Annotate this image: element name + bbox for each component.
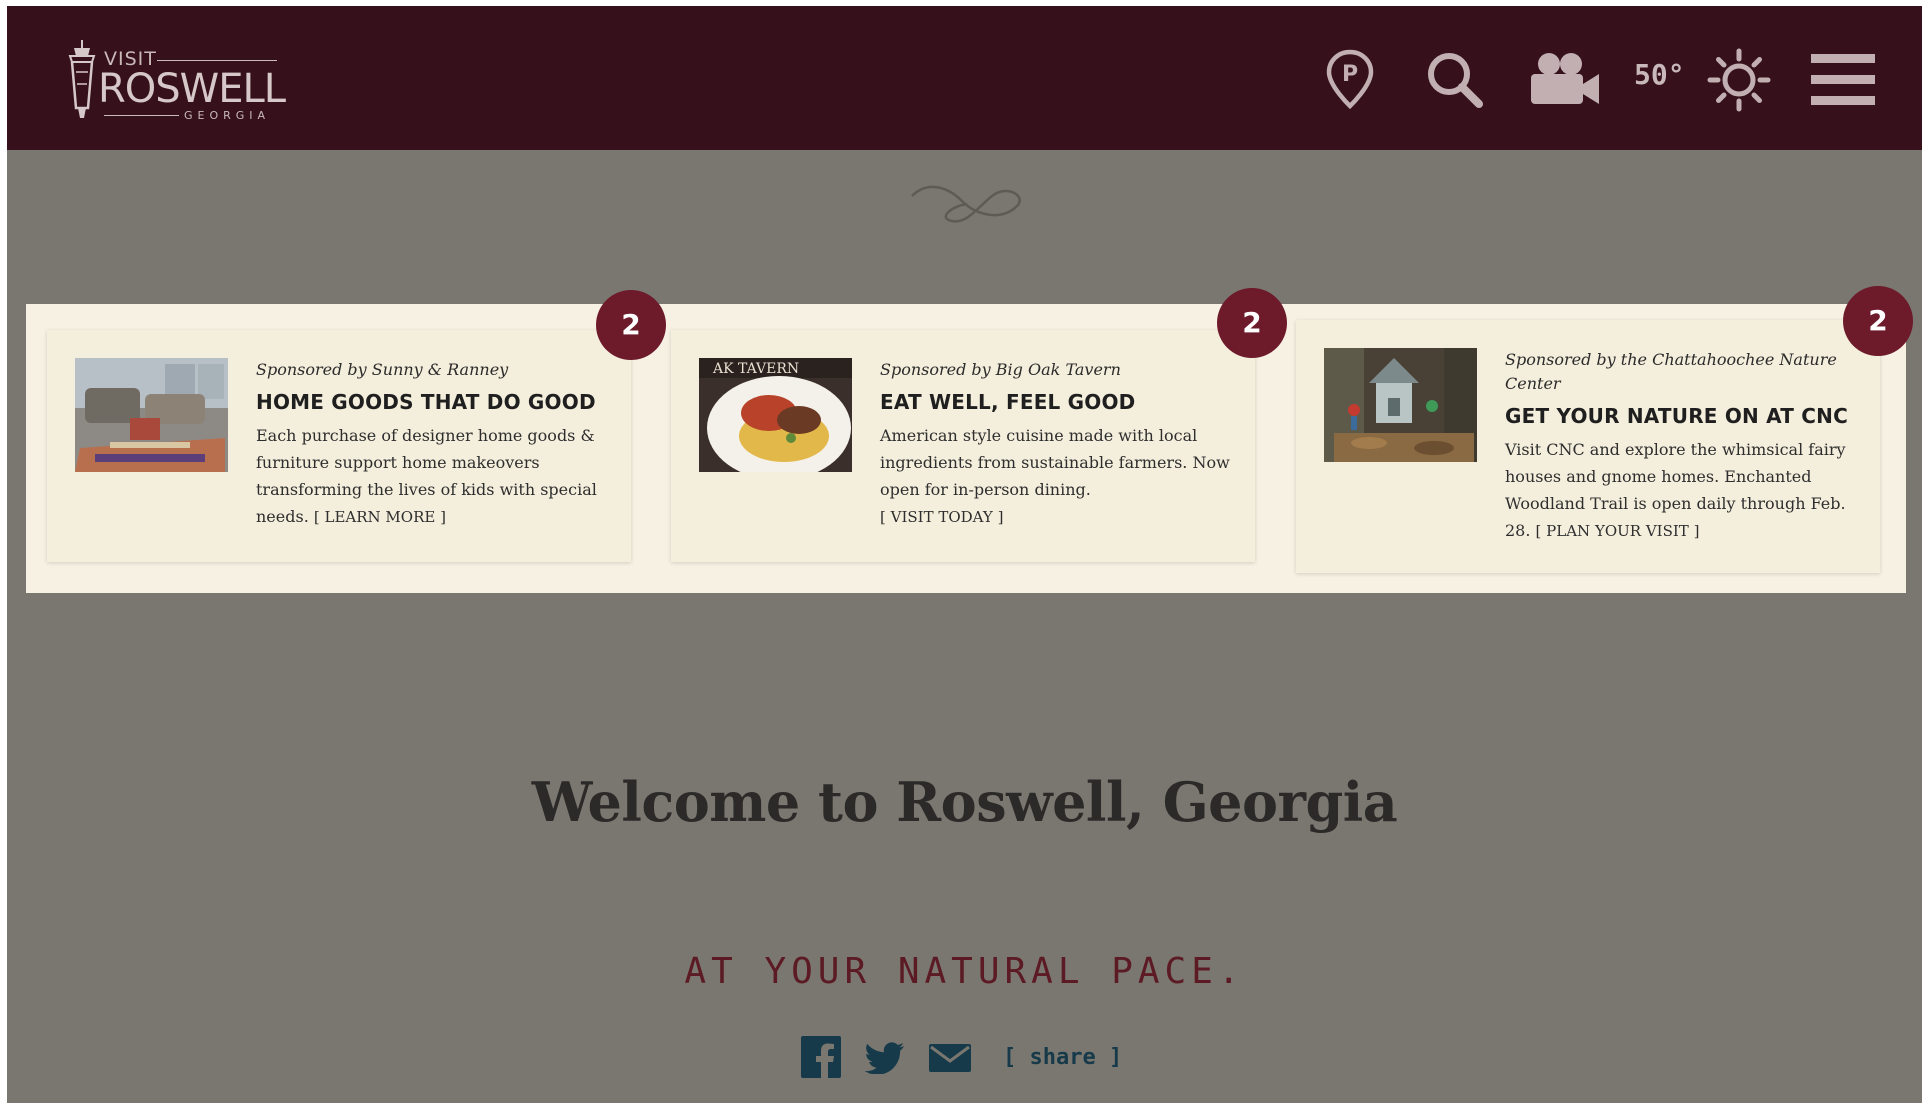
page: VISIT ROSWELL GEORGIA P 50° Sponsored by… (7, 6, 1922, 1103)
temperature-text: 50° (1634, 58, 1685, 91)
learn-more-link[interactable]: [ LEARN MORE ] (314, 508, 446, 526)
sponsor-card-title[interactable]: HOME GOODS THAT DO GOOD (256, 390, 611, 414)
sponsor-card-description: American style cuisine made with local i… (880, 422, 1235, 531)
parking-icon[interactable]: P (1325, 48, 1375, 110)
notification-badge: 2 (1217, 288, 1287, 358)
sponsored-content-panel: Sponsored by Sunny & Ranney HOME GOODS T… (26, 286, 1913, 593)
svg-text:AK TAVERN: AK TAVERN (712, 361, 799, 377)
sponsor-name: Sponsored by the Chattahoochee Nature Ce… (1505, 350, 1837, 393)
sponsor-name: Sponsored by Sunny & Ranney (256, 360, 509, 379)
sponsor-card-text: Sponsored by Sunny & Ranney HOME GOODS T… (256, 358, 611, 531)
sponsor-card-title[interactable]: EAT WELL, FEEL GOOD (880, 390, 1235, 414)
sponsor-card-description: Each purchase of designer home goods & f… (256, 422, 611, 531)
description-text: American style cuisine made with local i… (880, 426, 1230, 499)
sponsor-card-home-goods[interactable]: Sponsored by Sunny & Ranney HOME GOODS T… (47, 330, 631, 562)
video-camera-icon[interactable] (1525, 48, 1603, 110)
lantern-icon (68, 40, 96, 118)
search-icon[interactable] (1425, 50, 1485, 110)
decorative-swirl-icon (911, 185, 1021, 223)
sponsor-card-nature-center[interactable]: Sponsored by the Chattahoochee Nature Ce… (1296, 320, 1880, 573)
logo-name-text: ROSWELL (98, 66, 286, 112)
svg-text:P: P (1342, 62, 1358, 87)
sponsor-name: Sponsored by Big Oak Tavern (880, 360, 1121, 379)
fairy-house-image (1324, 348, 1477, 462)
facebook-icon[interactable] (801, 1036, 841, 1078)
sponsor-card-text: Sponsored by Big Oak Tavern EAT WELL, FE… (880, 358, 1235, 531)
hamburger-menu-icon[interactable] (1811, 52, 1875, 108)
logo-region-text: GEORGIA (184, 109, 271, 122)
sponsor-card-big-oak-tavern[interactable]: AK TAVERN Sponsored by Big Oak Tavern EA… (671, 330, 1255, 562)
logo-line (157, 60, 277, 61)
logo-line (104, 115, 179, 116)
page-tagline: AT YOUR NATURAL PACE. (684, 951, 1245, 992)
sponsor-card-text: Sponsored by the Chattahoochee Nature Ce… (1505, 348, 1860, 545)
share-link[interactable]: [ share ] (1003, 1045, 1122, 1070)
twitter-icon[interactable] (865, 1042, 905, 1074)
site-header: VISIT ROSWELL GEORGIA P 50° (7, 6, 1922, 150)
sponsor-card-title[interactable]: GET YOUR NATURE ON AT CNC (1505, 404, 1860, 428)
email-icon[interactable] (929, 1044, 971, 1072)
food-plate-image: AK TAVERN (699, 358, 852, 472)
notification-badge: 2 (596, 290, 666, 360)
visit-roswell-logo[interactable]: VISIT ROSWELL GEORGIA (62, 38, 292, 128)
notification-badge: 2 (1843, 286, 1913, 356)
page-title: Welcome to Roswell, Georgia (531, 770, 1398, 834)
sponsor-card-description: Visit CNC and explore the whimsical fair… (1505, 436, 1860, 545)
plan-your-visit-link[interactable]: [ PLAN YOUR VISIT ] (1536, 522, 1700, 540)
visit-today-link[interactable]: [ VISIT TODAY ] (880, 508, 1003, 526)
living-room-image (75, 358, 228, 472)
sun-icon (1707, 48, 1771, 112)
